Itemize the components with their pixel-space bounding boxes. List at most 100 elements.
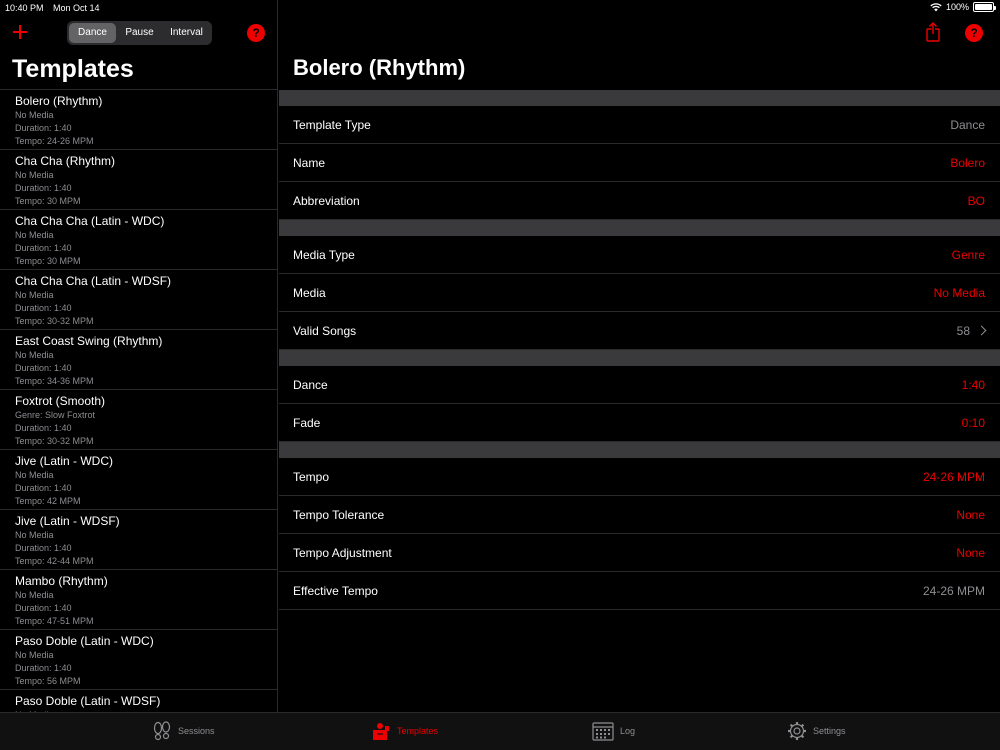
list-item[interactable]: Cha Cha Cha (Latin - WDSF) No Media Durati… — [0, 270, 278, 330]
tab-sessions-label: Sessions — [178, 726, 215, 736]
template-name: Foxtrot (Smooth) — [15, 394, 106, 408]
setting-row[interactable]: Media No Media — [279, 274, 1000, 312]
detail-pane: ? Bolero (Rhythm) Template Type Dance Name… — [279, 0, 1000, 712]
calendar-icon — [592, 722, 614, 741]
setting-value-container: 24-26 MPM — [923, 470, 985, 484]
setting-row[interactable]: Effective Tempo 24-26 MPM — [279, 572, 1000, 610]
sidebar: Dance Pause Interval ? Templates Bolero … — [0, 0, 278, 712]
template-tempo: Tempo: 42 MPM — [15, 496, 81, 506]
template-media: No Media — [15, 290, 54, 300]
tab-settings[interactable]: Settings — [787, 721, 846, 741]
setting-label: Tempo Adjustment — [293, 545, 392, 560]
setting-value: 58 — [956, 323, 970, 338]
list-item[interactable]: Cha Cha (Rhythm) No Media Duration: 1:40 Te… — [0, 150, 278, 210]
add-icon[interactable] — [10, 22, 30, 42]
sidebar-title: Templates — [12, 55, 134, 83]
template-media: No Media — [15, 230, 54, 240]
template-name: Cha Cha Cha (Latin - WDSF) — [15, 274, 172, 288]
setting-label: Valid Songs — [293, 323, 357, 338]
template-media: No Media — [15, 650, 54, 660]
help-icon[interactable]: ? — [247, 24, 265, 42]
setting-value: Bolero — [950, 155, 985, 170]
list-item[interactable]: Jive (Latin - WDSF) No Media Duration: 1:4… — [0, 510, 278, 570]
template-name: Mambo (Rhythm) — [15, 574, 108, 588]
template-media: No Media — [15, 110, 54, 120]
setting-value-container: Genre — [952, 248, 985, 262]
setting-row[interactable]: Template Type Dance — [279, 106, 1000, 144]
template-tempo: Tempo: 56 MPM — [15, 676, 81, 686]
list-item[interactable]: Jive (Latin - WDC) No Media Duration: 1:40… — [0, 450, 278, 510]
list-item[interactable]: Mambo (Rhythm) No Media Duration: 1:40 Temp… — [0, 570, 278, 630]
template-type-segmented-control[interactable]: Dance Pause Interval — [67, 21, 212, 45]
template-tempo: Tempo: 30-32 MPM — [15, 316, 94, 326]
template-duration: Duration: 1:40 — [15, 243, 72, 253]
template-duration: Duration: 1:40 — [15, 303, 72, 313]
setting-value: None — [956, 507, 985, 522]
setting-value: Dance — [950, 117, 985, 132]
segment-interval[interactable]: Interval — [163, 23, 210, 43]
setting-label: Media Type — [293, 247, 355, 262]
tab-templates-label: Templates — [397, 726, 439, 736]
setting-value-container: 0:10 — [962, 416, 985, 430]
template-tempo: Tempo: 47-51 MPM — [15, 616, 94, 626]
template-name: Jive (Latin - WDC) — [15, 454, 114, 468]
setting-row[interactable]: Name Bolero — [279, 144, 1000, 182]
chevron-right-icon — [976, 325, 987, 336]
list-item[interactable]: Bolero (Rhythm) No Media Duration: 1:40 Tem… — [0, 90, 278, 150]
setting-row[interactable]: Dance 1:40 — [279, 366, 1000, 404]
footprints-icon — [153, 721, 171, 741]
share-icon[interactable] — [924, 22, 942, 42]
setting-value: 0:10 — [961, 415, 985, 430]
template-name: Paso Doble (Latin - WDSF) — [15, 694, 161, 708]
template-media: No Media — [15, 590, 54, 600]
segment-pause[interactable]: Pause — [116, 23, 163, 43]
tab-settings-label: Settings — [813, 726, 846, 736]
tab-log[interactable]: Log — [592, 721, 635, 741]
template-duration: Duration: 1:40 — [15, 603, 72, 613]
template-tempo: Tempo: 34-36 MPM — [15, 376, 94, 386]
setting-row[interactable]: Tempo 24-26 MPM — [279, 458, 1000, 496]
template-list[interactable]: Bolero (Rhythm) No Media Duration: 1:40 Tem… — [0, 89, 278, 712]
list-item[interactable]: Cha Cha Cha (Latin - WDC) No Media Duratio… — [0, 210, 278, 270]
list-item[interactable]: Paso Doble (Latin - WDSF)No Media — [0, 690, 278, 712]
setting-row[interactable]: Media Type Genre — [279, 236, 1000, 274]
setting-value: BO — [967, 193, 985, 208]
setting-row[interactable]: Fade 0:10 — [279, 404, 1000, 442]
setting-row[interactable]: Tempo Tolerance None — [279, 496, 1000, 534]
gear-icon — [788, 722, 806, 740]
tab-sessions[interactable]: Sessions — [152, 721, 215, 741]
setting-label: Effective Tempo — [293, 583, 378, 598]
tab-log-label: Log — [620, 726, 636, 736]
setting-row[interactable]: Valid Songs 58 — [279, 312, 1000, 350]
setting-label: Tempo Tolerance — [293, 507, 385, 522]
section-separator — [279, 220, 1000, 236]
detail-title: Bolero (Rhythm) — [293, 55, 466, 80]
setting-value-container: 1:40 — [962, 378, 985, 392]
segment-dance[interactable]: Dance — [69, 23, 116, 43]
setting-label: Fade — [293, 415, 321, 430]
help-icon[interactable]: ? — [965, 24, 983, 42]
detail-settings: Template Type Dance Name Bolero Abbreviation… — [279, 90, 1000, 610]
template-duration: Duration: 1:40 — [15, 663, 72, 673]
setting-row[interactable]: Abbreviation BO — [279, 182, 1000, 220]
list-item[interactable]: Foxtrot (Smooth) Genre: Slow Foxtrot Durat… — [0, 390, 278, 450]
list-item[interactable]: East Coast Swing (Rhythm) No Media Duratio… — [0, 330, 278, 390]
setting-label: Abbreviation — [293, 193, 360, 208]
template-duration: Duration: 1:40 — [15, 183, 72, 193]
template-tempo: Tempo: 30 MPM — [15, 196, 81, 206]
tab-templates[interactable]: Templates — [371, 721, 438, 741]
setting-value: 24-26 MPM — [922, 469, 985, 484]
setting-value-container: None — [956, 546, 985, 560]
setting-row[interactable]: Tempo Adjustment None — [279, 534, 1000, 572]
setting-value-container: Bolero — [950, 156, 985, 170]
setting-value-container: Dance — [950, 118, 985, 132]
setting-value-container: None — [956, 508, 985, 522]
tab-bar: Sessions Templates Log Settings — [0, 712, 1000, 750]
sidebar-toolbar: Dance Pause Interval ? — [0, 20, 278, 46]
list-item[interactable]: Paso Doble (Latin - WDC) No Media Duration… — [0, 630, 278, 690]
template-name: Cha Cha (Rhythm) — [15, 154, 116, 168]
template-tempo: Tempo: 24-26 MPM — [15, 136, 94, 146]
setting-value: No Media — [933, 285, 985, 300]
template-tempo: Tempo: 30 MPM — [15, 256, 81, 266]
setting-value-container: BO — [968, 194, 985, 208]
